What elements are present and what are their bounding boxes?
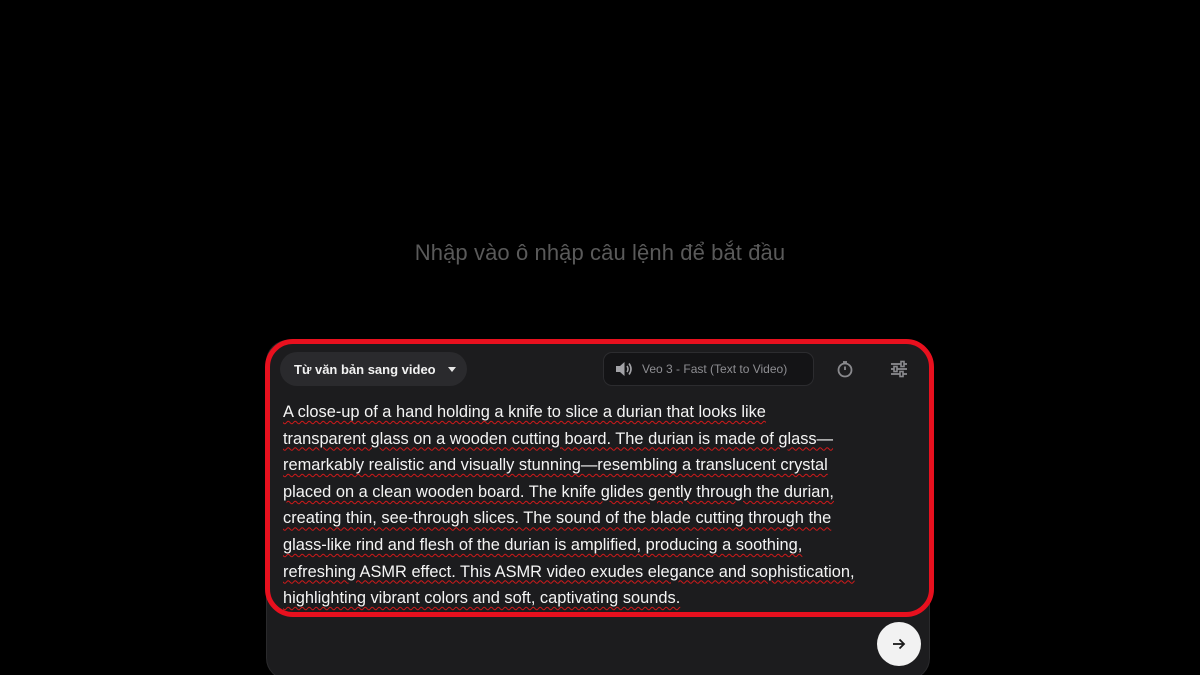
composer-toolbar: Từ văn bản sang video Veo 3 - Fast (Text… xyxy=(280,352,916,386)
chevron-down-icon xyxy=(448,367,456,372)
page: Nhập vào ô nhập câu lệnh để bắt đầu Từ v… xyxy=(0,0,1200,675)
sliders-icon[interactable] xyxy=(887,357,911,381)
mode-dropdown-label: Từ văn bản sang video xyxy=(294,361,436,377)
speaker-icon xyxy=(614,360,634,378)
mode-dropdown[interactable]: Từ văn bản sang video xyxy=(280,352,467,386)
empty-state-hint: Nhập vào ô nhập câu lệnh để bắt đầu xyxy=(414,240,786,265)
model-selector[interactable]: Veo 3 - Fast (Text to Video) xyxy=(603,352,814,386)
prompt-input[interactable]: A close-up of a hand holding a knife to … xyxy=(283,399,913,612)
model-selector-label: Veo 3 - Fast (Text to Video) xyxy=(642,362,788,376)
timer-icon[interactable] xyxy=(833,357,857,381)
send-button[interactable] xyxy=(877,622,921,666)
arrow-right-icon xyxy=(893,638,906,650)
